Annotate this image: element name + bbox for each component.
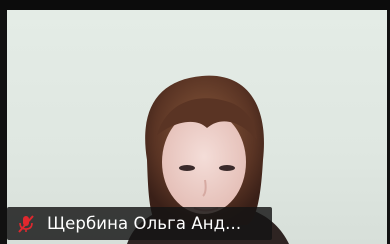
- participant-name-label: Щербина Ольга Анд...: [7, 207, 272, 240]
- participant-name: Щербина Ольга Анд...: [47, 214, 242, 233]
- participant-video-tile[interactable]: Щербина Ольга Анд...: [0, 0, 390, 244]
- mic-muted-icon: [15, 213, 37, 235]
- tile-top-edge: [0, 0, 390, 10]
